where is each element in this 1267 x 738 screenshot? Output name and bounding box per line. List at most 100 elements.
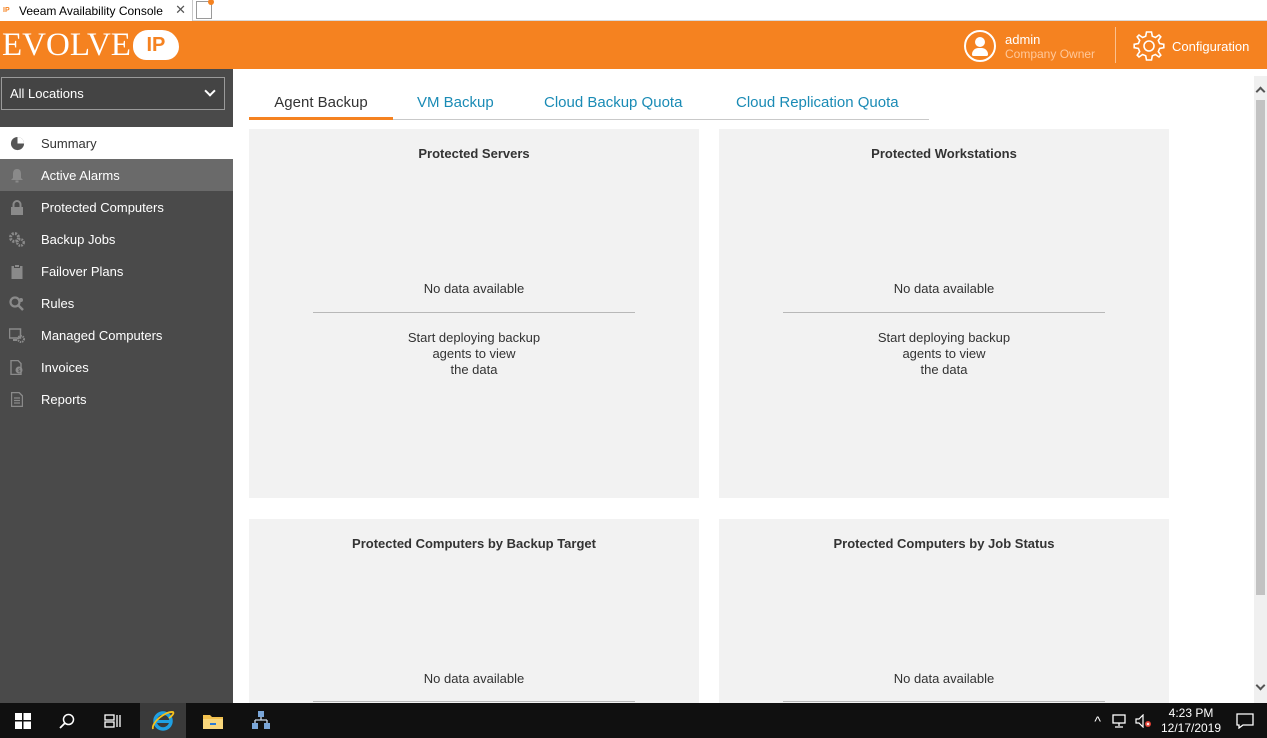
notification-icon bbox=[1236, 712, 1254, 729]
tab-agent-backup[interactable]: Agent Backup bbox=[249, 89, 393, 120]
scroll-thumb[interactable] bbox=[1256, 100, 1265, 595]
taskbar-clock[interactable]: 4:23 PM 12/17/2019 bbox=[1159, 706, 1223, 736]
start-button[interactable] bbox=[0, 703, 46, 738]
header-divider bbox=[1115, 27, 1116, 63]
new-tab-button[interactable] bbox=[196, 0, 214, 19]
panel-hint: Start deploying backup agents to view th… bbox=[844, 330, 1044, 378]
gears-icon bbox=[9, 231, 25, 247]
file-explorer-button[interactable] bbox=[190, 703, 236, 738]
clipboard-icon bbox=[9, 263, 25, 279]
location-select[interactable]: All Locations bbox=[1, 77, 225, 110]
bell-icon bbox=[9, 167, 25, 183]
user-menu[interactable]: admin Company Owner bbox=[964, 29, 1095, 63]
no-data-text: No data available bbox=[893, 671, 995, 686]
scroll-up-icon[interactable] bbox=[1255, 86, 1266, 97]
gear-icon bbox=[1133, 31, 1165, 61]
svg-text:$: $ bbox=[18, 368, 21, 374]
sidebar-item-managed-computers[interactable]: Managed Computers bbox=[0, 319, 233, 351]
sidebar-item-label: Backup Jobs bbox=[41, 231, 116, 247]
sidebar-item-invoices[interactable]: $ Invoices bbox=[0, 351, 233, 383]
panel-divider bbox=[313, 312, 635, 313]
dashboard-tabs: Agent Backup VM Backup Cloud Backup Quot… bbox=[249, 89, 929, 120]
sidebar-item-label: Active Alarms bbox=[41, 167, 120, 183]
browser-tab-strip: IP Veeam Availability Console ✕ bbox=[0, 0, 1267, 21]
panel-title: Protected Servers bbox=[418, 146, 530, 161]
hint-line: Start deploying backup bbox=[407, 330, 541, 345]
notifications-button[interactable] bbox=[1223, 712, 1267, 729]
user-avatar-icon bbox=[964, 30, 996, 62]
job-status-panel: Protected Computers by Job Status No dat… bbox=[719, 519, 1169, 703]
hint-line: agents to view bbox=[902, 346, 986, 361]
app-header: EVOLVE IP admin Company Owner Configurat… bbox=[0, 21, 1267, 69]
panel-title: Protected Workstations bbox=[871, 146, 1017, 161]
network-app-button[interactable] bbox=[238, 703, 284, 738]
panel-title: Protected Computers by Job Status bbox=[833, 536, 1055, 551]
backup-target-panel: Protected Computers by Backup Target No … bbox=[249, 519, 699, 703]
folder-icon bbox=[203, 714, 223, 729]
browser-tab-title: Veeam Availability Console bbox=[19, 3, 163, 18]
sidebar-item-label: Summary bbox=[41, 135, 97, 151]
evolve-ip-logo[interactable]: EVOLVE IP bbox=[2, 27, 179, 63]
tab-cloud-replication-quota[interactable]: Cloud Replication Quota bbox=[736, 89, 899, 120]
panel-hint: Start deploying backup agents to view th… bbox=[374, 330, 574, 378]
hint-line: the data bbox=[920, 362, 968, 377]
configuration-label: Configuration bbox=[1172, 38, 1250, 54]
favicon-icon: IP bbox=[3, 6, 10, 14]
vertical-scrollbar[interactable] bbox=[1254, 76, 1267, 703]
internet-explorer-icon bbox=[152, 710, 175, 731]
protected-workstations-panel: Protected Workstations No data available… bbox=[719, 129, 1169, 498]
user-name: admin bbox=[1005, 31, 1041, 47]
no-data-text: No data available bbox=[423, 671, 525, 686]
panel-divider bbox=[313, 701, 635, 702]
panel-divider bbox=[783, 312, 1105, 313]
user-role: Company Owner bbox=[1005, 46, 1096, 61]
pie-chart-icon bbox=[9, 135, 25, 151]
lock-icon bbox=[9, 199, 25, 215]
rules-icon bbox=[9, 295, 25, 311]
tab-cloud-backup-quota[interactable]: Cloud Backup Quota bbox=[544, 89, 682, 120]
system-tray: ^ 4:23 PM 12/17/2019 bbox=[1094, 703, 1267, 738]
close-tab-icon[interactable]: ✕ bbox=[175, 2, 186, 18]
hint-line: Start deploying backup bbox=[877, 330, 1011, 345]
sidebar-item-label: Rules bbox=[41, 295, 75, 311]
sidebar-item-label: Protected Computers bbox=[41, 199, 164, 215]
logo-text: EVOLVE bbox=[2, 27, 131, 63]
task-view-icon bbox=[104, 713, 121, 728]
sidebar-item-label: Invoices bbox=[41, 359, 89, 375]
volume-muted-icon[interactable] bbox=[1135, 713, 1153, 728]
no-data-text: No data available bbox=[423, 281, 525, 296]
invoice-icon: $ bbox=[9, 359, 25, 375]
sidebar-item-label: Reports bbox=[41, 391, 87, 407]
sidebar: All Locations Summary Active Alarms Prot… bbox=[0, 69, 234, 703]
sidebar-nav: Summary Active Alarms Protected Computer… bbox=[0, 127, 234, 415]
browser-tab[interactable]: IP Veeam Availability Console ✕ bbox=[0, 0, 193, 21]
sidebar-item-summary[interactable]: Summary bbox=[0, 127, 234, 159]
search-button[interactable] bbox=[44, 703, 90, 738]
protected-servers-panel: Protected Servers No data available Star… bbox=[249, 129, 699, 498]
location-select-value: All Locations bbox=[10, 86, 84, 101]
windows-logo-icon bbox=[15, 712, 31, 729]
clock-time: 4:23 PM bbox=[1168, 705, 1214, 720]
sidebar-item-active-alarms[interactable]: Active Alarms bbox=[0, 159, 233, 191]
internet-explorer-button[interactable] bbox=[140, 703, 186, 738]
report-icon bbox=[9, 391, 25, 407]
sidebar-item-label: Managed Computers bbox=[41, 327, 163, 343]
panel-divider bbox=[783, 701, 1105, 702]
computer-gear-icon bbox=[9, 327, 25, 343]
chevron-down-icon bbox=[204, 85, 216, 97]
sidebar-item-failover-plans[interactable]: Failover Plans bbox=[0, 255, 233, 287]
no-data-text: No data available bbox=[893, 281, 995, 296]
task-view-button[interactable] bbox=[90, 703, 136, 738]
network-status-icon[interactable] bbox=[1111, 713, 1127, 728]
sidebar-item-backup-jobs[interactable]: Backup Jobs bbox=[0, 223, 233, 255]
hint-line: agents to view bbox=[432, 346, 516, 361]
sidebar-item-protected-computers[interactable]: Protected Computers bbox=[0, 191, 233, 223]
scroll-down-icon[interactable] bbox=[1255, 680, 1266, 691]
sidebar-item-reports[interactable]: Reports bbox=[0, 383, 233, 415]
configuration-button[interactable]: Configuration bbox=[1132, 29, 1249, 63]
tab-vm-backup[interactable]: VM Backup bbox=[417, 89, 494, 120]
hint-line: the data bbox=[450, 362, 498, 377]
logo-cloud-badge: IP bbox=[132, 30, 179, 60]
sidebar-item-rules[interactable]: Rules bbox=[0, 287, 233, 319]
chevron-up-icon[interactable]: ^ bbox=[1094, 713, 1101, 729]
